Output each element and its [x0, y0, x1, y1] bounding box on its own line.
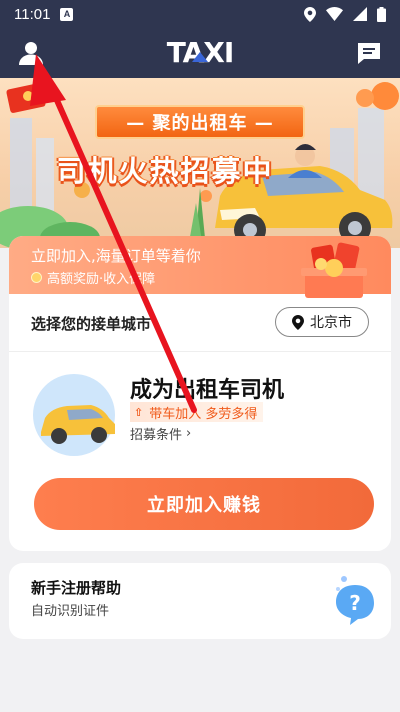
help-icon: ? [336, 576, 374, 625]
help-subtitle: 自动识别证件 [31, 604, 110, 619]
user-icon[interactable] [18, 40, 44, 66]
promo-strip: 立即加入,海量订单等着你 高额奖励·收入保障 [9, 236, 391, 298]
gift-box-icon [301, 242, 367, 298]
recruit-conditions-link[interactable]: 招募条件 › [130, 424, 191, 443]
conditions-label: 招募条件 [130, 428, 183, 443]
help-title: 新手注册帮助 [31, 579, 122, 597]
banner-title: 司机火热招募中 [56, 154, 274, 188]
status-time: 11:01 [14, 5, 51, 23]
notification-badge-icon: A [60, 7, 74, 21]
location-pin-icon [292, 314, 304, 330]
arrow-up-icon: ⇧ [134, 405, 144, 419]
taxi-avatar-icon [33, 374, 115, 456]
battery-icon [377, 6, 386, 22]
driver-title: 成为出租车司机 [130, 378, 285, 403]
registration-help-card[interactable]: 新手注册帮助 自动识别证件 ? [9, 563, 391, 639]
join-now-button[interactable]: 立即加入赚钱 [34, 478, 374, 530]
status-bar: 11:01 A [0, 0, 400, 28]
banner-ribbon: — 聚的出租车 — [95, 105, 305, 139]
taxi-logo: TAXI [167, 36, 235, 68]
city-select-label: 选择您的接单城市 [31, 315, 152, 333]
driver-benefit-tag: ⇧ 带车加入 多劳多得 [130, 402, 264, 422]
driver-tag-text: 带车加入 多劳多得 [149, 406, 258, 422]
wifi-icon [326, 7, 343, 21]
city-select-button[interactable]: 北京市 [275, 307, 369, 337]
chevron-right-icon: › [186, 426, 192, 441]
selected-city: 北京市 [310, 315, 352, 331]
signal-icon [353, 7, 367, 21]
location-icon [304, 6, 316, 22]
promo-subline: 高额奖励·收入保障 [47, 272, 156, 287]
recruit-banner[interactable]: — 聚的出租车 — 司机火热招募中 [0, 78, 400, 248]
svg-text:?: ? [349, 591, 361, 615]
app-header: TAXI [0, 28, 400, 78]
city-select-row: 选择您的接单城市 北京市 [9, 294, 391, 352]
driver-recruit-card: 立即加入,海量订单等着你 高额奖励·收入保障 选择您的接单城市 北京市 成为出租… [9, 236, 391, 551]
promo-headline: 立即加入,海量订单等着你 [31, 247, 201, 265]
coin-icon [31, 272, 42, 283]
message-icon[interactable] [356, 41, 382, 65]
